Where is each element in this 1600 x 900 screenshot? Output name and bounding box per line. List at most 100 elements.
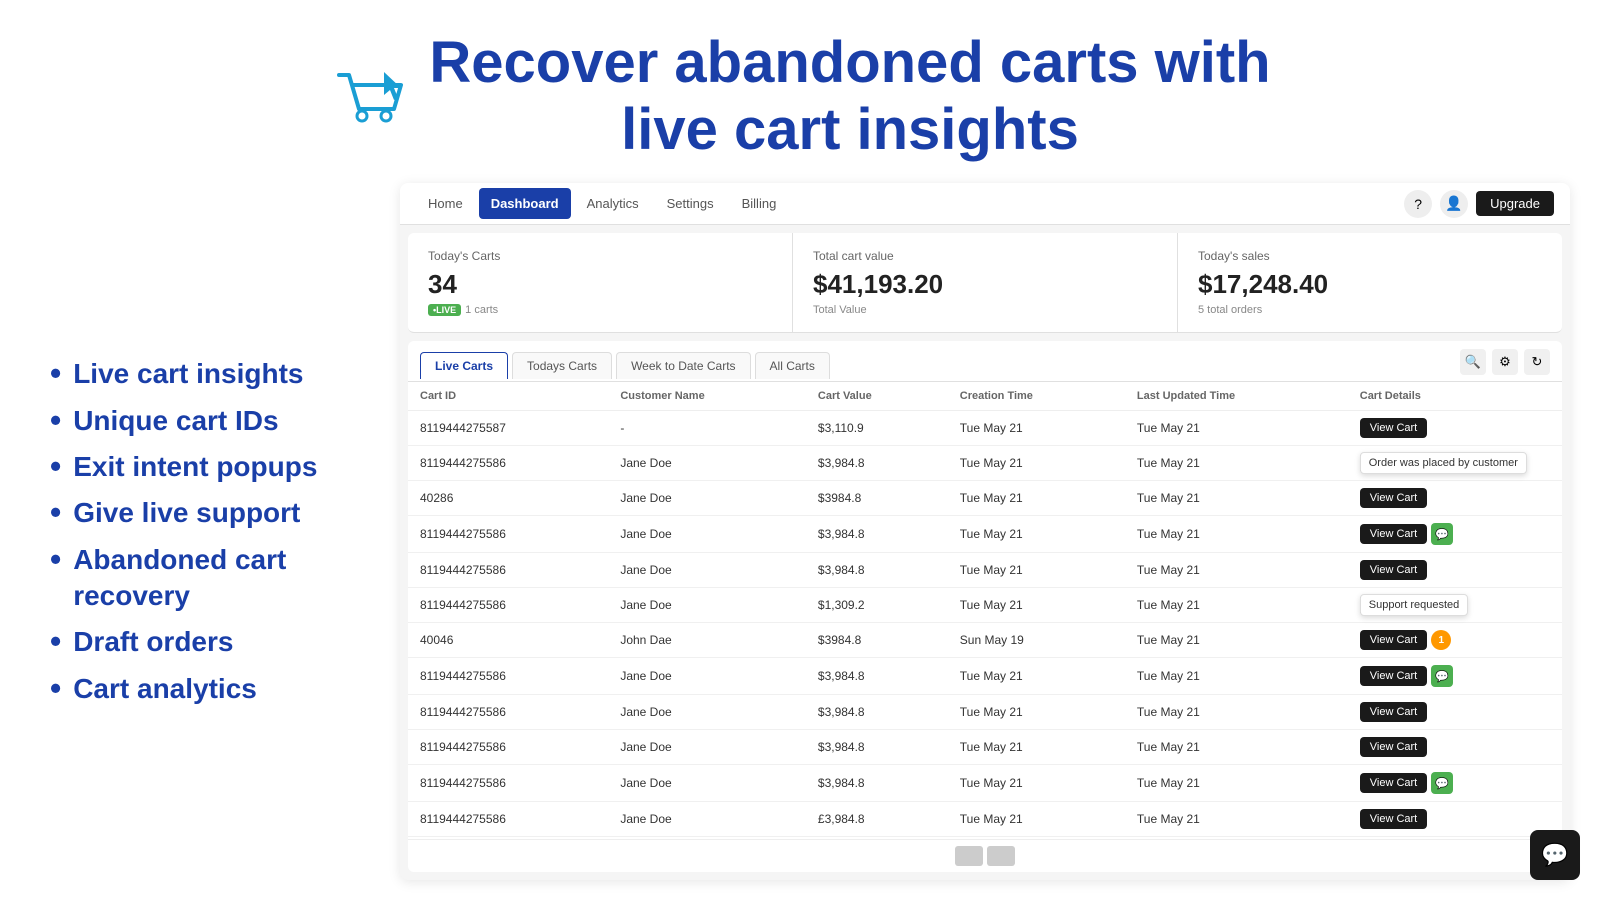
view-cart-button[interactable]: View Cart [1360, 630, 1427, 650]
cell-cart-value: $3984.8 [806, 623, 948, 658]
cell-cart-value: $3,984.8 [806, 730, 948, 765]
cell-cart-details: View Cart Order was placed by customer [1348, 446, 1562, 481]
view-cart-button[interactable]: View Cart [1360, 737, 1427, 757]
bullet-live-cart-insights: • Live cart insights [50, 356, 370, 392]
bullet-label: Abandoned cart recovery [73, 542, 370, 615]
cell-updated-time: Tue May 21 [1125, 765, 1348, 802]
tab-week-to-date[interactable]: Week to Date Carts [616, 352, 750, 379]
cell-updated-time: Tue May 21 [1125, 623, 1348, 658]
tab-live-carts[interactable]: Live Carts [420, 352, 508, 379]
stat-todays-carts-value: 34 [428, 269, 772, 300]
search-icon[interactable]: 🔍 [1460, 349, 1486, 375]
stat-todays-sales-value: $17,248.40 [1198, 269, 1542, 300]
view-cart-button[interactable]: View Cart [1360, 773, 1427, 793]
bullet-exit-intent: • Exit intent popups [50, 449, 370, 485]
bullet-label: Unique cart IDs [73, 403, 278, 439]
tab-bar: Live Carts Todays Carts Week to Date Car… [408, 341, 1562, 382]
table-row: 8119444275586 Jane Doe $3,984.8 Tue May … [408, 695, 1562, 730]
cell-creation-time: Tue May 21 [948, 481, 1125, 516]
cell-cart-details: View Cart [1348, 695, 1562, 730]
cell-updated-time: Tue May 21 [1125, 516, 1348, 553]
cell-cart-id: 8119444275586 [408, 516, 608, 553]
nav-actions: ? 👤 Upgrade [1404, 190, 1554, 218]
cell-cart-id: 8119444275586 [408, 553, 608, 588]
dashboard-panel: Home Dashboard Analytics Settings Billin… [400, 183, 1570, 880]
tab-all-carts[interactable]: All Carts [755, 352, 830, 379]
nav-dashboard[interactable]: Dashboard [479, 188, 571, 219]
bullet-live-support: • Give live support [50, 495, 370, 531]
stat-sub-text: Total Value [813, 304, 867, 316]
cell-cart-id: 8119444275586 [408, 765, 608, 802]
view-cart-button[interactable]: View Cart [1360, 702, 1427, 722]
cell-cart-details: View Cart [1348, 411, 1562, 446]
filter-icon[interactable]: ⚙ [1492, 349, 1518, 375]
chat-green-icon[interactable]: 💬 [1431, 665, 1453, 687]
view-cart-button[interactable]: View Cart [1360, 488, 1427, 508]
chat-bubble[interactable]: 💬 [1530, 830, 1580, 880]
cell-updated-time: Tue May 21 [1125, 658, 1348, 695]
table-row: 8119444275586 Jane Doe $1,309.2 Tue May … [408, 588, 1562, 623]
cell-cart-value: $1,309.2 [806, 588, 948, 623]
cell-cart-value: $3,984.8 [806, 553, 948, 588]
nav-billing[interactable]: Billing [730, 188, 789, 219]
cart-details-cell: View Cart 💬 [1360, 523, 1550, 545]
cell-customer-name: Jane Doe [608, 588, 806, 623]
bullet-dot: • [50, 624, 61, 659]
cell-updated-time: Tue May 21 [1125, 730, 1348, 765]
col-customer-name: Customer Name [608, 382, 806, 411]
stat-total-cart-value: Total cart value $41,193.20 Total Value [793, 233, 1178, 332]
stat-todays-carts: Today's Carts 34 •LIVE 1 carts [408, 233, 793, 332]
chat-green-icon[interactable]: 💬 [1431, 772, 1453, 794]
cart-details-cell: View Cart 1 [1360, 630, 1550, 650]
bullet-label: Exit intent popups [73, 449, 317, 485]
view-cart-button[interactable]: View Cart [1360, 418, 1427, 438]
table-row: 8119444275586 Jane Doe $3,984.8 Tue May … [408, 765, 1562, 802]
view-cart-button[interactable]: View Cart [1360, 524, 1427, 544]
help-icon[interactable]: ? [1404, 190, 1432, 218]
cart-details-cell: View Cart Order was placed by customer [1360, 453, 1550, 473]
table-scroll[interactable]: Cart ID Customer Name Cart Value Creatio… [408, 382, 1562, 839]
bullet-label: Give live support [73, 495, 300, 531]
user-icon[interactable]: 👤 [1440, 190, 1468, 218]
chat-green-icon[interactable]: 💬 [1431, 523, 1453, 545]
cell-customer-name: Jane Doe [608, 446, 806, 481]
upgrade-button[interactable]: Upgrade [1476, 191, 1554, 216]
cell-cart-details: View Cart [1348, 802, 1562, 837]
stat-todays-sales-label: Today's sales [1198, 249, 1542, 263]
cell-cart-details: View Cart 💬 [1348, 765, 1562, 802]
view-cart-button[interactable]: View Cart [1360, 560, 1427, 580]
view-cart-button[interactable]: View Cart [1360, 666, 1427, 686]
col-cart-details: Cart Details [1348, 382, 1562, 411]
bullet-cart-analytics: • Cart analytics [50, 671, 370, 707]
col-updated-time: Last Updated Time [1125, 382, 1348, 411]
cell-customer-name: Jane Doe [608, 553, 806, 588]
cell-creation-time: Tue May 21 [948, 658, 1125, 695]
cell-cart-details: View Cart [1348, 553, 1562, 588]
refresh-icon[interactable]: ↻ [1524, 349, 1550, 375]
stat-todays-sales-sub: 5 total orders [1198, 304, 1542, 316]
bullet-label: Cart analytics [73, 671, 257, 707]
stat-total-value-sub: Total Value [813, 304, 1157, 316]
nav-home[interactable]: Home [416, 188, 475, 219]
page-btn-2[interactable] [987, 846, 1015, 866]
stat-total-value-value: $41,193.20 [813, 269, 1157, 300]
cart-details-cell: View Cart 💬 [1360, 772, 1550, 794]
view-cart-button[interactable]: View Cart [1360, 809, 1427, 829]
support-tooltip: Support requested [1360, 594, 1469, 616]
nav-settings[interactable]: Settings [655, 188, 726, 219]
tab-todays-carts[interactable]: Todays Carts [512, 352, 612, 379]
cell-cart-details: View Cart [1348, 481, 1562, 516]
cell-updated-time: Tue May 21 [1125, 553, 1348, 588]
cell-cart-value: $3984.8 [806, 481, 948, 516]
stat-sub-text: 5 total orders [1198, 304, 1262, 316]
tab-icons: 🔍 ⚙ ↻ [1460, 349, 1550, 381]
table-row: 40046 John Dae $3984.8 Sun May 19 Tue Ma… [408, 623, 1562, 658]
cell-customer-name: Jane Doe [608, 765, 806, 802]
table-row: 8119444275586 Jane Doe $3,984.8 Tue May … [408, 516, 1562, 553]
nav-analytics[interactable]: Analytics [575, 188, 651, 219]
page-btn-1[interactable] [955, 846, 983, 866]
cell-creation-time: Tue May 21 [948, 446, 1125, 481]
bullet-dot: • [50, 542, 61, 577]
cell-updated-time: Tue May 21 [1125, 411, 1348, 446]
page-header: Recover abandoned carts with live cart i… [0, 0, 1600, 183]
